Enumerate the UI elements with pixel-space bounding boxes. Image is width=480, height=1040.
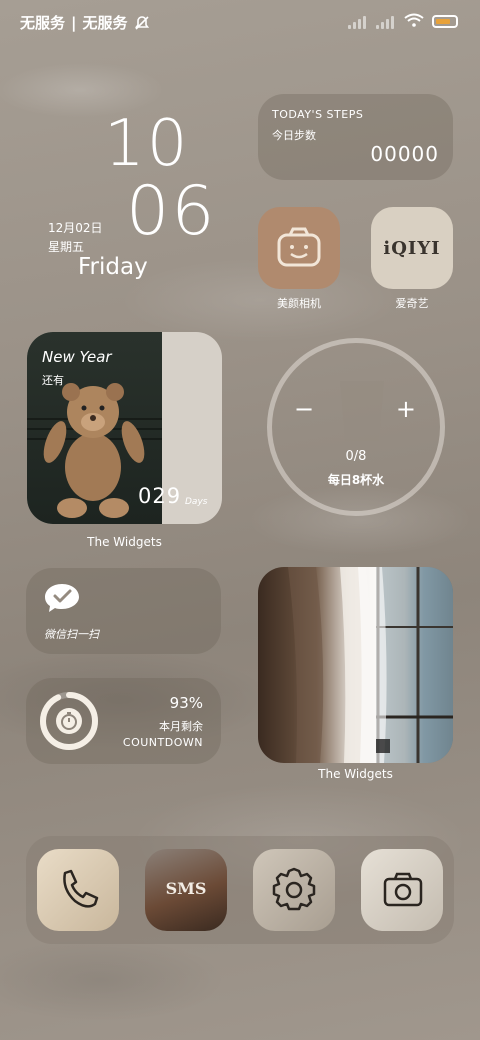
- iqiyi-logo: iQIYI: [383, 237, 441, 259]
- countdown-label-cn: 本月剩余: [159, 720, 203, 733]
- app-label-meiyan: 美颜相机: [277, 297, 321, 310]
- mute-bell-icon: [134, 15, 150, 31]
- cup-icon: [340, 381, 384, 441]
- new-year-days-unit: Days: [185, 497, 208, 507]
- wechat-scan-widget[interactable]: 微信扫一扫: [26, 568, 221, 654]
- bear-widget-caption: The Widgets: [87, 535, 162, 549]
- carrier-label-2: 无服务: [82, 14, 128, 32]
- water-widget[interactable]: − + 0/8 每日8杯水: [267, 338, 445, 516]
- carrier-label-1: 无服务: [20, 14, 66, 32]
- sms-icon: SMS: [165, 879, 207, 898]
- curtain-widget-caption: The Widgets: [318, 767, 393, 781]
- phone-app[interactable]: [37, 849, 119, 931]
- curtain-photo-widget[interactable]: [258, 567, 453, 763]
- settings-app[interactable]: [253, 849, 335, 931]
- timer-icon: [54, 706, 84, 740]
- iqiyi-app[interactable]: iQIYI: [371, 207, 453, 289]
- countdown-label-en: COUNTDOWN: [122, 736, 203, 749]
- dock: SMS: [26, 836, 454, 944]
- water-minus-button[interactable]: −: [294, 395, 314, 423]
- status-bar-right: [348, 12, 458, 31]
- signal-icon-1: [348, 15, 368, 29]
- water-plus-button[interactable]: +: [396, 395, 416, 423]
- gear-icon: [272, 867, 316, 911]
- countdown-widget[interactable]: 93% 本月剩余 COUNTDOWN: [26, 678, 221, 764]
- camera-app[interactable]: [361, 849, 443, 931]
- new-year-days: 029: [138, 484, 182, 508]
- clock-date: 12月02日: [48, 221, 103, 235]
- meiyan-camera-app[interactable]: [258, 207, 340, 289]
- phone-icon: [63, 869, 99, 908]
- steps-count: 00000: [370, 142, 439, 166]
- water-progress: 0/8: [345, 449, 367, 464]
- camera-smile-icon: [277, 227, 321, 267]
- steps-title: TODAY'S STEPS: [272, 108, 364, 121]
- curtain-window-image: [288, 567, 453, 763]
- clock-weekday-en: Friday: [78, 254, 148, 280]
- status-bar-left: 无服务 | 无服务: [20, 12, 150, 33]
- signal-icon-2: [376, 15, 396, 29]
- clock-minute: 06: [126, 172, 217, 251]
- steps-subtitle: 今日步数: [272, 129, 316, 142]
- new-year-widget[interactable]: New Year 还有 029 Days: [27, 332, 222, 524]
- wechat-scan-icon: [44, 582, 80, 618]
- battery-icon: [432, 15, 458, 28]
- countdown-percent: 93%: [169, 694, 203, 712]
- water-label: 每日8杯水: [327, 473, 385, 487]
- new-year-subtitle: 还有: [42, 374, 64, 387]
- carrier-separator: |: [71, 13, 77, 32]
- clock-weekday-cn: 星期五: [48, 240, 85, 254]
- app-label-iqiyi: 爱奇艺: [395, 297, 429, 310]
- wifi-icon: [404, 12, 424, 31]
- steps-widget[interactable]: TODAY'S STEPS 今日步数 00000: [258, 94, 453, 180]
- new-year-title: New Year: [42, 348, 112, 366]
- wechat-scan-label: 微信扫一扫: [44, 628, 99, 641]
- clock-hour: 10: [104, 107, 190, 181]
- sms-app[interactable]: SMS: [145, 849, 227, 931]
- camera-icon: [383, 872, 423, 907]
